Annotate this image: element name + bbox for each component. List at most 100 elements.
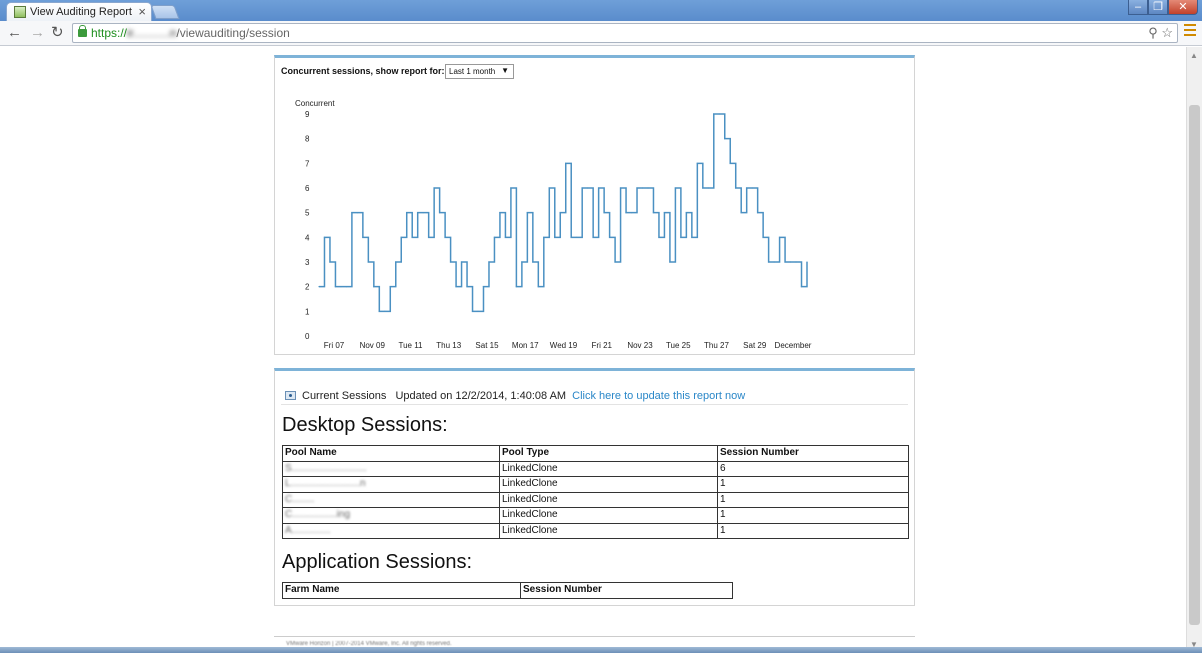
browser-titlebar: View Auditing Report × – ❐ ✕ — [0, 0, 1202, 21]
data-point — [433, 187, 435, 189]
data-point — [641, 187, 644, 189]
data-point — [559, 212, 561, 214]
x-tick-label: Nov 09 — [360, 341, 386, 350]
data-point — [598, 187, 600, 189]
data-point — [543, 236, 545, 238]
data-point — [696, 162, 698, 164]
update-report-link[interactable]: Click here to update this report now — [572, 390, 745, 402]
data-point — [548, 187, 550, 189]
scroll-up-arrow-icon[interactable]: ▲ — [1190, 51, 1198, 60]
data-point — [735, 187, 737, 189]
data-point — [493, 236, 496, 238]
data-point — [417, 212, 419, 214]
chart-heading: Concurrent sessions, show report for: — [281, 66, 445, 76]
data-point — [685, 212, 687, 214]
table-row: S........................... LinkedClone… — [282, 460, 909, 477]
window-maximize-button[interactable]: ❐ — [1148, 0, 1168, 15]
data-point — [625, 212, 627, 214]
table-row: A.............. LinkedClone 1 — [282, 522, 909, 539]
data-point — [329, 261, 331, 263]
window-minimize-button[interactable]: – — [1128, 0, 1148, 15]
data-point — [609, 236, 611, 238]
data-point — [592, 236, 594, 238]
report-range-select[interactable]: Last 1 month ▼ — [445, 64, 514, 79]
x-tick-label: Tue 11 — [398, 341, 423, 350]
back-arrow-icon[interactable]: ← — [7, 24, 22, 42]
session-number-cell: 1 — [717, 476, 909, 493]
browser-menu-icon[interactable] — [1184, 24, 1196, 39]
pool-name-cell: C........ — [282, 491, 500, 508]
page-scrollbar[interactable]: ▲ ▼ — [1186, 47, 1202, 653]
browser-tab[interactable]: View Auditing Report × — [6, 2, 152, 21]
application-sessions-table: Farm Name Session Number — [282, 582, 733, 599]
y-tick-label: 1 — [305, 307, 310, 316]
session-number-cell: 6 — [717, 460, 909, 477]
data-point — [619, 187, 622, 189]
y-tick-label: 7 — [305, 159, 310, 168]
data-point — [422, 212, 424, 214]
forward-arrow-icon[interactable]: → — [30, 24, 45, 42]
pool-name-cell: A.............. — [282, 522, 500, 539]
x-tick-label: Sat 15 — [475, 341, 499, 350]
x-tick-label: Fri 21 — [592, 341, 613, 350]
divider — [281, 404, 908, 405]
omnibox-actions: ⚲ ☆ — [1148, 25, 1173, 41]
sessions-status-line: Current Sessions Updated on 12/2/2014, 1… — [285, 390, 745, 402]
data-point — [795, 261, 797, 263]
tab-title: View Auditing Report — [30, 6, 132, 18]
data-point — [455, 286, 457, 288]
desktop-sessions-table: Pool Name Pool Type Session Number S....… — [282, 445, 909, 539]
data-point — [806, 261, 808, 263]
data-point — [652, 212, 655, 214]
y-tick-label: 2 — [305, 283, 310, 292]
data-point — [647, 187, 649, 189]
data-point — [477, 310, 479, 312]
data-point — [718, 113, 720, 115]
data-point — [499, 212, 501, 214]
series-line — [319, 113, 808, 313]
y-tick-label: 6 — [305, 184, 310, 193]
data-point — [713, 113, 715, 115]
address-bar[interactable]: https://ir...........n/viewauditing/sess… — [72, 23, 1178, 43]
data-point — [400, 236, 402, 238]
scrollbar-thumb[interactable] — [1189, 105, 1200, 625]
data-point — [724, 138, 726, 140]
sessions-status-label: Current Sessions — [302, 390, 387, 402]
url-scheme: https:// — [91, 26, 128, 40]
y-tick-label: 3 — [305, 258, 310, 267]
window-close-button[interactable]: ✕ — [1168, 0, 1198, 15]
reload-icon[interactable]: ↻ — [51, 24, 64, 42]
data-point — [411, 236, 413, 238]
data-point — [800, 286, 803, 288]
y-tick-label: 5 — [305, 209, 310, 218]
data-point — [504, 236, 507, 238]
data-point — [784, 261, 786, 263]
page-footer: VMware Horizon | 2007-2014 VMware, Inc. … — [274, 636, 915, 647]
data-point — [471, 310, 474, 312]
data-point — [384, 310, 386, 312]
pool-type-cell: LinkedClone — [499, 491, 718, 508]
data-point — [554, 236, 556, 238]
application-sessions-heading: Application Sessions: — [282, 551, 473, 573]
data-point — [351, 212, 353, 214]
y-tick-label: 9 — [305, 110, 310, 119]
tab-close-icon[interactable]: × — [138, 4, 146, 19]
data-point — [367, 261, 369, 263]
data-point — [614, 261, 616, 263]
data-point — [482, 286, 485, 288]
data-point — [428, 236, 430, 238]
data-point — [680, 236, 682, 238]
session-number-cell: 1 — [717, 507, 909, 524]
report-range-value: Last 1 month — [449, 67, 496, 76]
bookmark-star-icon[interactable]: ☆ — [1161, 25, 1173, 40]
search-icon[interactable]: ⚲ — [1148, 25, 1158, 40]
data-point — [778, 236, 781, 238]
url-host: ir...........n — [127, 26, 177, 40]
column-header-farm-name: Farm Name — [282, 582, 521, 599]
new-tab-button[interactable] — [150, 5, 180, 19]
data-point — [510, 187, 512, 189]
x-tick-label: Thu 27 — [704, 341, 729, 350]
x-tick-label: Wed 19 — [550, 341, 578, 350]
page-favicon-icon — [14, 6, 26, 18]
data-point — [362, 236, 364, 238]
